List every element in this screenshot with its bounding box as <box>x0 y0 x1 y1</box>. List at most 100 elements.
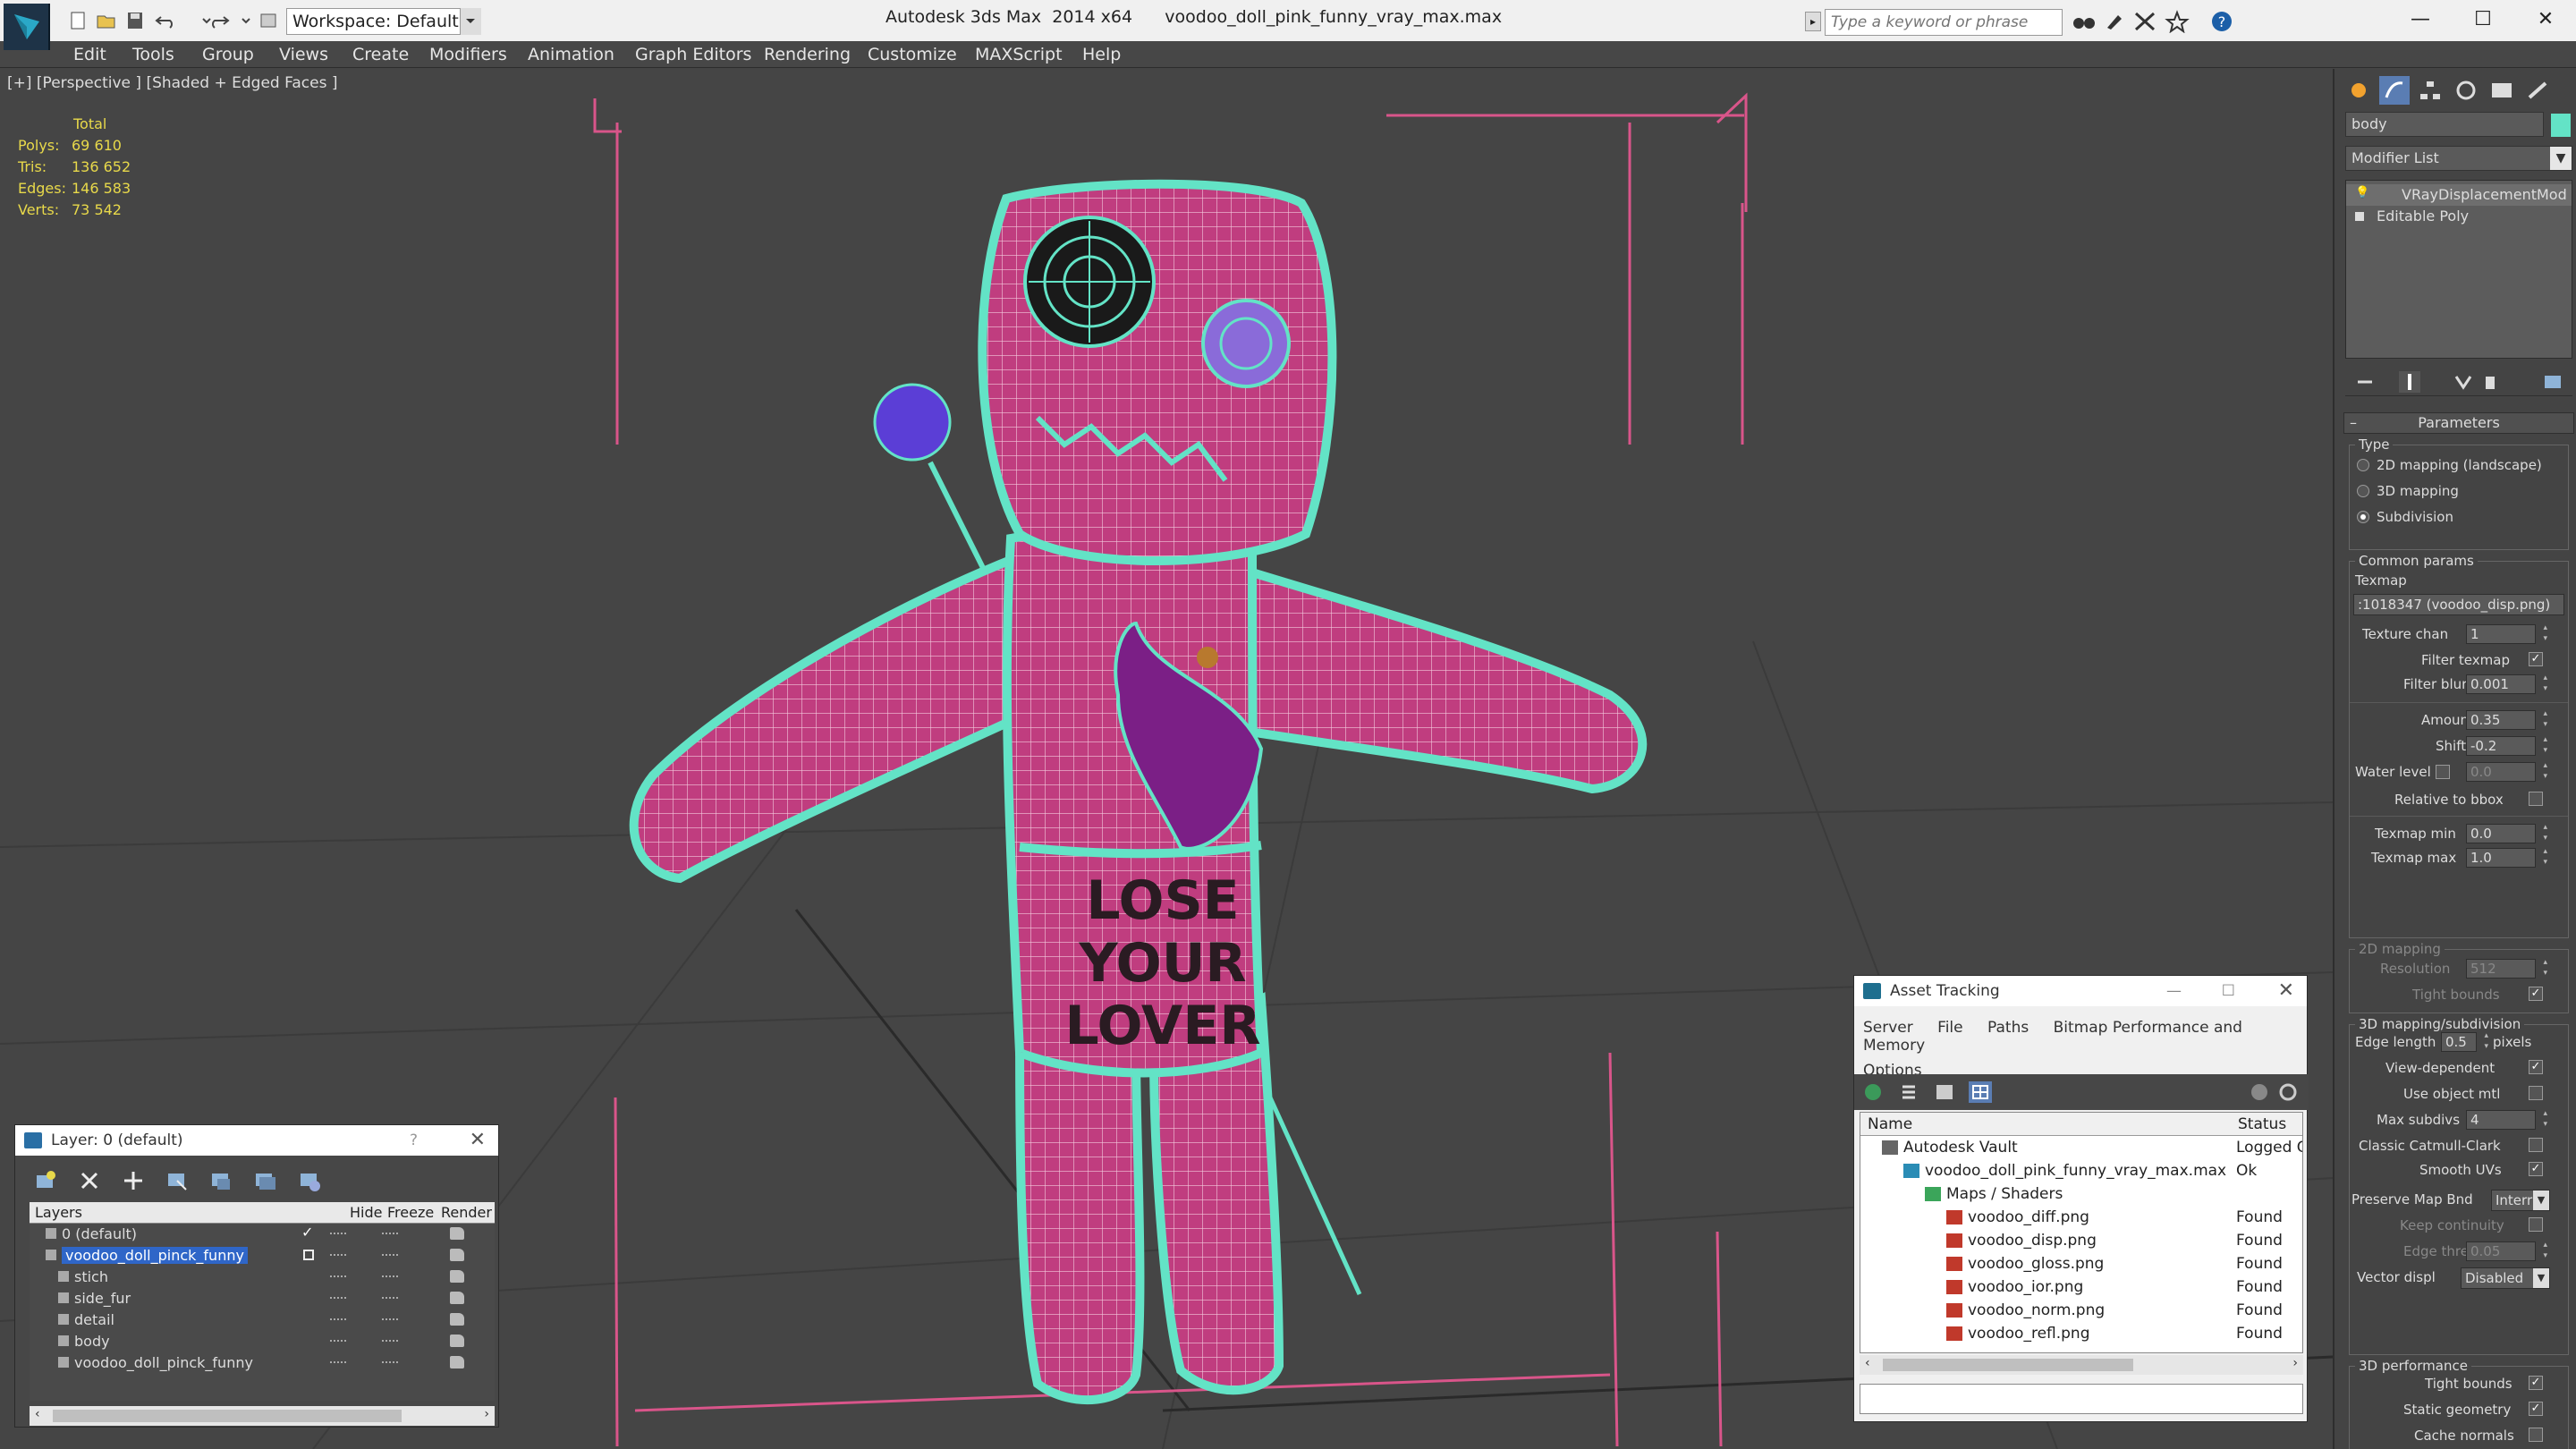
list-view-icon[interactable] <box>1897 1081 1920 1103</box>
column-hide[interactable]: Hide <box>350 1204 382 1221</box>
layer-row[interactable]: 0 (default) ✓ <box>30 1224 495 1245</box>
create-tab-icon[interactable] <box>2343 76 2374 105</box>
water-level-spinner[interactable]: 0.0 <box>2466 760 2547 782</box>
catmull-clark-checkbox[interactable] <box>2529 1138 2543 1152</box>
asset-row[interactable]: voodoo_norm.png Found <box>1860 1299 2302 1322</box>
app-menu-button[interactable] <box>4 4 50 50</box>
menu-modifiers[interactable]: Modifiers <box>429 45 507 64</box>
hide-toggle[interactable] <box>330 1233 346 1235</box>
undo-icon[interactable] <box>154 10 177 31</box>
table-view-icon[interactable] <box>1933 1081 1956 1103</box>
modifier-list-dropdown[interactable]: Modifier List ▼ <box>2345 146 2572 171</box>
freeze-all-layers-icon[interactable] <box>297 1168 322 1193</box>
layer-row[interactable]: voodoo_doll_pinck_funny <box>30 1352 495 1374</box>
filter-texmap-checkbox[interactable]: ✓ <box>2529 652 2543 666</box>
layer-row[interactable]: body <box>30 1331 495 1352</box>
column-freeze[interactable]: Freeze <box>387 1204 434 1221</box>
layer-name[interactable]: side_fur <box>74 1290 131 1307</box>
settings-icon[interactable] <box>2276 1081 2300 1103</box>
radio-subdivision[interactable] <box>2357 511 2369 523</box>
keep-continuity-checkbox[interactable] <box>2529 1217 2543 1232</box>
configure-modifier-sets-icon[interactable] <box>2542 371 2563 393</box>
asset-row[interactable]: voodoo_refl.png Found <box>1860 1322 2302 1345</box>
type-option-2d[interactable]: 2D mapping (landscape) <box>2350 453 2568 479</box>
preserve-map-dropdown[interactable]: Interr ▼ <box>2491 1190 2550 1211</box>
scroll-right-icon[interactable]: › <box>2292 1356 2298 1370</box>
delete-layer-icon[interactable] <box>77 1168 102 1193</box>
water-level-checkbox[interactable] <box>2436 765 2450 779</box>
asset-row[interactable]: voodoo_disp.png Found <box>1860 1229 2302 1252</box>
add-layer-icon[interactable] <box>121 1168 146 1193</box>
viewport-label[interactable]: [+] [Perspective ] [Shaded + Edged Faces… <box>7 74 337 92</box>
menu-graph-editors[interactable]: Graph Editors <box>635 45 751 64</box>
menu-create[interactable]: Create <box>352 45 409 64</box>
scroll-left-icon[interactable]: ‹ <box>1865 1356 1870 1370</box>
help-icon[interactable]: ? <box>2209 10 2234 33</box>
view-dependent-checkbox[interactable]: ✓ <box>2529 1060 2543 1074</box>
object-name-field[interactable]: body <box>2345 112 2544 137</box>
asset-menu-paths[interactable]: Paths <box>1987 1019 2029 1037</box>
hide-toggle[interactable] <box>330 1254 346 1257</box>
search-expand-button[interactable]: ▸ <box>1805 12 1821 31</box>
layer-name[interactable]: voodoo_doll_pinck_funny <box>74 1354 253 1371</box>
search-input[interactable] <box>1825 9 2063 36</box>
new-file-icon[interactable] <box>66 10 89 31</box>
layer-horizontal-scrollbar[interactable]: ‹ › <box>30 1406 495 1426</box>
layer-name[interactable]: 0 (default) <box>62 1225 137 1242</box>
asset-row[interactable]: voodoo_ior.png Found <box>1860 1275 2302 1299</box>
open-file-icon[interactable] <box>95 10 118 31</box>
column-render[interactable]: Render <box>441 1204 492 1221</box>
make-unique-icon[interactable] <box>2453 371 2474 393</box>
remove-modifier-icon[interactable] <box>2479 371 2501 393</box>
highlight-layer-icon[interactable] <box>208 1168 233 1193</box>
render-teapot-icon[interactable] <box>450 1313 464 1326</box>
filter-blur-spinner[interactable]: 0.001 <box>2466 673 2547 694</box>
asset-horizontal-scrollbar[interactable]: ‹ › <box>1860 1355 2303 1375</box>
modify-tab-icon[interactable] <box>2379 76 2410 105</box>
hide-toggle[interactable] <box>330 1297 346 1300</box>
texture-chan-spinner[interactable]: 1 <box>2466 623 2547 644</box>
radio-2d-mapping[interactable] <box>2357 459 2369 471</box>
redo-icon[interactable] <box>208 10 231 31</box>
close-icon[interactable]: ✕ <box>470 1125 486 1156</box>
workspace-dropdown-arrow[interactable] <box>460 8 481 35</box>
freeze-toggle[interactable] <box>382 1318 398 1321</box>
stack-item-vraydisplacement[interactable]: 💡 VRayDisplacementMod <box>2346 184 2572 206</box>
shift-spinner[interactable]: -0.2 <box>2466 734 2547 756</box>
communication-center-icon[interactable] <box>2132 10 2157 33</box>
asset-menu-file[interactable]: File <box>1937 1019 1962 1037</box>
texmap-button[interactable]: :1018347 (voodoo_disp.png) <box>2353 594 2564 615</box>
layer-name[interactable]: body <box>74 1333 110 1350</box>
lightbulb-icon[interactable]: 💡 <box>2355 186 2369 199</box>
subscription-icon[interactable] <box>2102 10 2127 33</box>
menu-customize[interactable]: Customize <box>868 45 957 64</box>
pin-stack-icon[interactable] <box>2354 371 2376 393</box>
favorites-star-icon[interactable] <box>2165 10 2190 34</box>
hide-toggle[interactable] <box>330 1275 346 1278</box>
smooth-uvs-checkbox[interactable]: ✓ <box>2529 1162 2543 1176</box>
column-layers[interactable]: Layers <box>35 1204 82 1221</box>
relative-bbox-checkbox[interactable] <box>2529 792 2543 806</box>
scroll-right-icon[interactable]: › <box>484 1407 489 1421</box>
asset-menu-server[interactable]: Server <box>1863 1019 1913 1037</box>
asset-panel-titlebar[interactable]: Asset Tracking — ☐ ✕ <box>1854 976 2307 1006</box>
render-teapot-icon[interactable] <box>450 1227 464 1240</box>
resolution-spinner[interactable]: 512 <box>2466 957 2547 979</box>
hierarchy-tab-icon[interactable] <box>2415 76 2445 105</box>
minimize-button[interactable]: — <box>2394 4 2447 36</box>
hide-toggle[interactable] <box>330 1361 346 1364</box>
render-teapot-icon[interactable] <box>450 1335 464 1347</box>
edge-thresh-spinner[interactable]: 0.05 <box>2466 1240 2547 1261</box>
minimize-button[interactable]: — <box>2166 976 2182 1006</box>
vector-displ-dropdown[interactable]: Disabled ▼ <box>2461 1267 2550 1289</box>
texmap-max-spinner[interactable]: 1.0 <box>2466 846 2547 868</box>
amount-spinner[interactable]: 0.35 <box>2466 708 2547 730</box>
edge-length-spinner[interactable]: 0.5 <box>2441 1030 2488 1052</box>
asset-row[interactable]: Autodesk Vault Logged O <box>1860 1136 2302 1159</box>
render-teapot-icon[interactable] <box>450 1249 464 1261</box>
layer-name[interactable]: stich <box>74 1268 108 1285</box>
help-icon[interactable] <box>2248 1081 2271 1103</box>
grid-view-icon[interactable] <box>1969 1081 1992 1103</box>
display-tab-icon[interactable] <box>2487 76 2517 105</box>
layer-name[interactable]: detail <box>74 1311 114 1328</box>
